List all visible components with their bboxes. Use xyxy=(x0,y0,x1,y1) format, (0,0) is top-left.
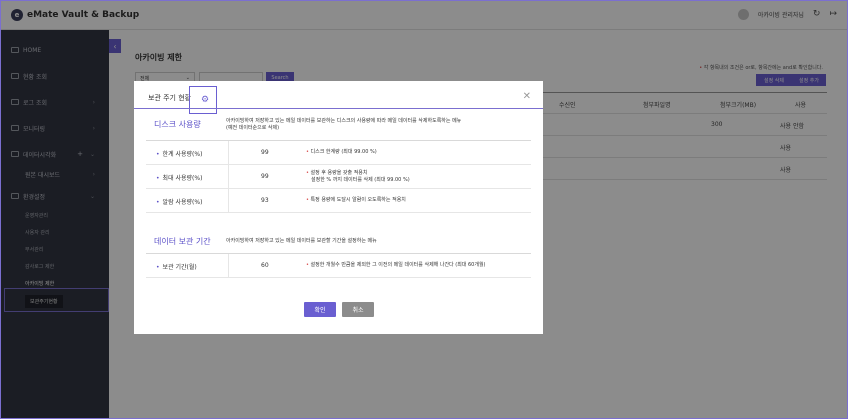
disk-usage-desc-line1: 아카이빙하여 저장하고 있는 메일 데이터를 보관하는 디스크의 사용량에 따라… xyxy=(226,118,462,124)
disk-usage-section-title: 디스크 사용량 xyxy=(154,120,201,129)
retention-status-modal: 보관 주기 현황 ⚙ ✕ 디스크 사용량 아카이빙하여 저장하고 있는 메일 데… xyxy=(134,81,543,334)
disk-alarm-desc: • 특정 용량에 도달시 알람이 오도록하는 적용치 xyxy=(306,197,406,203)
cancel-button[interactable]: 취소 xyxy=(342,302,374,317)
disk-usage-section-desc: 아카이빙하여 저장하고 있는 메일 데이터를 보관하는 디스크의 사용량에 따라… xyxy=(226,118,526,132)
disk-max-label: • 최대 사용량(%) xyxy=(156,175,203,182)
disk-alarm-row: • 알람 사용량(%) 93 • 특정 용량에 도달시 알람이 오도록하는 적용치 xyxy=(146,189,531,213)
disk-max-value: 99 xyxy=(261,173,269,180)
close-icon[interactable]: ✕ xyxy=(523,91,531,102)
disk-limit-row: • 한계 사용량(%) 99 • 디스크 한계량 (최대 99.00 %) xyxy=(146,141,531,165)
retention-period-label: • 보관 기간(월) xyxy=(156,264,197,271)
modal-title-text: 보관 주기 현황 xyxy=(148,94,192,102)
disk-max-desc-line2: 설정한 % 까지 데이터를 삭제 (최대 99.00 %) xyxy=(311,177,410,183)
retention-period-desc: • 설정한 개월수 만큼을 제외한 그 이전의 메일 데이터를 삭제해 나간다 … xyxy=(306,262,486,268)
disk-alarm-label: • 알람 사용량(%) xyxy=(156,199,203,206)
disk-usage-desc-line2: (예전 데이터순으로 삭제) xyxy=(226,125,280,131)
gear-icon[interactable]: ⚙ xyxy=(201,95,209,105)
row-divider xyxy=(228,189,229,213)
disk-max-desc: • 설정 후 용량을 갖출 적용치 설정한 % 까지 데이터를 삭제 (최대 9… xyxy=(306,170,410,183)
retention-period-row: • 보관 기간(월) 60 • 설정한 개월수 만큼을 제외한 그 이전의 메일 … xyxy=(146,254,531,278)
retention-section-desc: 아카이빙하여 저장하고 있는 메일 데이터를 보관할 기간을 설정하는 메뉴 xyxy=(226,238,377,244)
retention-period-value: 60 xyxy=(261,262,269,269)
retention-section-header: 데이터 보관 기간 아카이빙하여 저장하고 있는 메일 데이터를 보관할 기간을… xyxy=(146,232,531,254)
retention-section-title: 데이터 보관 기간 xyxy=(154,237,211,246)
row-divider xyxy=(228,141,229,165)
confirm-button[interactable]: 확인 xyxy=(304,302,336,317)
modal-settings-highlight[interactable]: ⚙ xyxy=(189,86,217,114)
disk-alarm-label-text: 알람 사용량(%) xyxy=(162,199,203,206)
app-window: e eMate Vault & Backup 아카이빙 관리자님 ↻ ↦ HOM… xyxy=(0,0,848,419)
disk-alarm-desc-text: 특정 용량에 도달시 알람이 오도록하는 적용치 xyxy=(310,197,406,203)
disk-limit-label-text: 한계 사용량(%) xyxy=(162,151,203,158)
disk-max-row: • 최대 사용량(%) 99 • 설정 후 용량을 갖출 적용치 설정한 % 까지… xyxy=(146,165,531,189)
disk-max-label-text: 최대 사용량(%) xyxy=(162,175,203,182)
modal-title: 보관 주기 현황 xyxy=(148,93,191,103)
modal-title-divider xyxy=(134,108,543,109)
retention-period-label-text: 보관 기간(월) xyxy=(162,264,197,271)
disk-limit-desc: • 디스크 한계량 (최대 99.00 %) xyxy=(306,149,377,155)
disk-limit-label: • 한계 사용량(%) xyxy=(156,151,203,158)
row-divider xyxy=(228,165,229,189)
disk-usage-section-header: 디스크 사용량 아카이빙하여 저장하고 있는 메일 데이터를 보관하는 디스크의… xyxy=(146,115,531,141)
disk-limit-desc-text: 디스크 한계량 (최대 99.00 %) xyxy=(310,149,377,155)
row-divider xyxy=(228,254,229,278)
retention-period-desc-text: 설정한 개월수 만큼을 제외한 그 이전의 메일 데이터를 삭제해 나간다 (최… xyxy=(310,262,486,268)
disk-limit-value: 99 xyxy=(261,149,269,156)
disk-alarm-value: 93 xyxy=(261,197,269,204)
disk-max-desc-line1: 설정 후 용량을 갖출 적용치 xyxy=(310,170,368,176)
